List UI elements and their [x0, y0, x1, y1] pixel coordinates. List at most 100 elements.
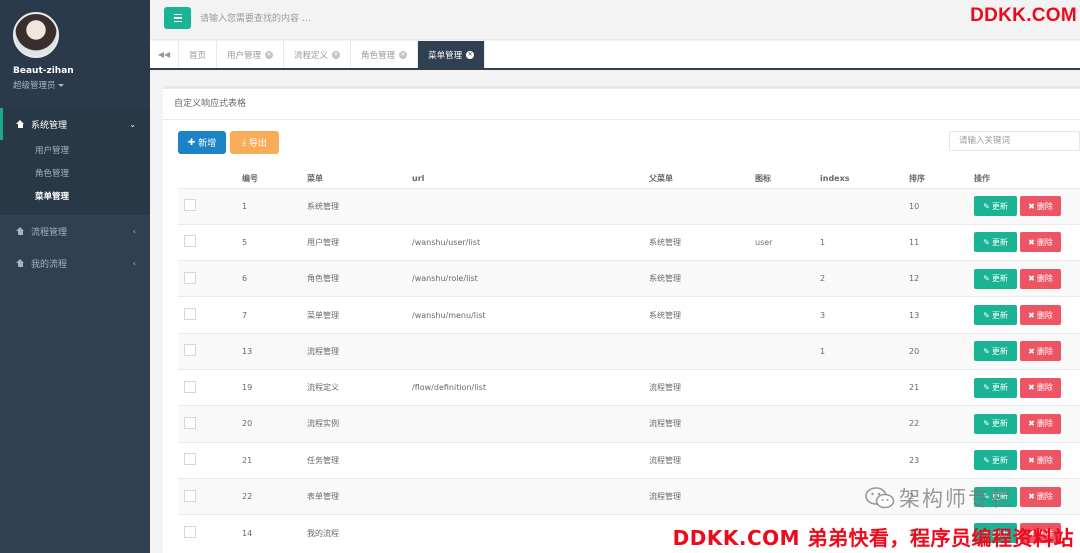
delete-button-label: 删除	[1036, 383, 1053, 393]
cell-sort: 13	[909, 296, 974, 334]
row-checkbox[interactable]	[184, 380, 196, 393]
row-checkbox[interactable]	[184, 526, 196, 539]
sidebar-section-system: 系统管理 ⌄ 用户管理 角色管理 菜单管理	[0, 108, 150, 215]
update-button[interactable]: ✎ 更新	[974, 232, 1017, 253]
cell-id: 14	[242, 514, 307, 551]
chevron-left-icon: ‹	[132, 226, 136, 236]
sidebar-item-menus[interactable]: 菜单管理	[0, 186, 150, 209]
sidebar-item-myflow[interactable]: 我的流程 ‹	[0, 247, 150, 279]
keyword-search-input[interactable]	[949, 131, 1080, 151]
cell-id: 20	[242, 405, 307, 443]
cell-actions: ✎ 更新 ✖ 删除	[974, 296, 1080, 334]
delete-button[interactable]: ✖ 删除	[1020, 413, 1061, 434]
export-button[interactable]: ⤓ 导出	[230, 131, 279, 154]
row-checkbox-cell	[178, 514, 242, 551]
close-icon[interactable]: ✕	[332, 50, 341, 59]
update-button[interactable]: ✎ 更新	[974, 377, 1017, 398]
edit-icon: ✎	[983, 346, 990, 356]
row-checkbox[interactable]	[184, 199, 196, 212]
tab-label: 菜单管理	[428, 50, 463, 61]
sidebar-item-roles[interactable]: 角色管理	[0, 163, 150, 186]
cell-sort: 20	[909, 332, 974, 370]
avatar[interactable]	[13, 12, 59, 58]
delete-button[interactable]: ✖ 删除	[1020, 450, 1061, 471]
row-checkbox-cell	[178, 405, 242, 443]
row-actions: ✎ 更新 ✖ 删除	[974, 196, 1080, 217]
sidebar-item-users[interactable]: 用户管理	[0, 140, 150, 163]
tab-home[interactable]: 首页	[179, 41, 218, 68]
tab-label: 流程定义	[294, 50, 329, 61]
menu-toggle-button[interactable]	[164, 7, 191, 29]
tab-menus[interactable]: 菜单管理 ✕	[418, 41, 486, 68]
cell-id: 5	[242, 223, 307, 261]
row-checkbox-cell	[178, 441, 242, 479]
add-button-label: 新增	[198, 139, 217, 149]
cell-menu: 用户管理	[307, 223, 412, 261]
column-header-checkbox	[178, 169, 242, 188]
cell-menu: 菜单管理	[307, 296, 412, 334]
watermark-wechat: 架构师专栏	[865, 483, 1014, 513]
tab-roles[interactable]: 角色管理 ✕	[351, 41, 419, 68]
times-icon: ✖	[1028, 346, 1035, 356]
row-checkbox[interactable]	[184, 416, 196, 429]
add-button[interactable]: ✚ 新增	[178, 131, 226, 154]
update-button[interactable]: ✎ 更新	[974, 450, 1017, 471]
user-role-dropdown[interactable]: 超级管理员	[13, 79, 150, 91]
sidebar-item-flow[interactable]: 流程管理 ‹	[0, 215, 150, 247]
sidebar-submenu: 用户管理 角色管理 菜单管理	[0, 140, 150, 209]
delete-button[interactable]: ✖ 删除	[1020, 305, 1061, 326]
cell-parent: 系统管理	[649, 296, 755, 334]
sidebar-item-system[interactable]: 系统管理 ⌄	[0, 108, 150, 140]
delete-button[interactable]: ✖ 删除	[1020, 341, 1061, 362]
row-checkbox[interactable]	[184, 453, 196, 466]
cell-parent: 系统管理	[649, 223, 755, 261]
cell-url	[412, 332, 649, 370]
tab-flow-definition[interactable]: 流程定义 ✕	[284, 41, 352, 68]
hamburger-icon	[173, 13, 182, 16]
sidebar-section-label: 我的流程	[31, 259, 68, 270]
update-button[interactable]: ✎ 更新	[974, 268, 1017, 289]
row-actions: ✎ 更新 ✖ 删除	[974, 450, 1080, 471]
cell-icon: user	[755, 223, 820, 261]
tab-users[interactable]: 用户管理 ✕	[217, 41, 285, 68]
row-checkbox[interactable]	[184, 308, 196, 321]
cell-parent: 流程管理	[649, 441, 755, 479]
row-checkbox-cell	[178, 477, 242, 515]
row-checkbox[interactable]	[184, 489, 196, 502]
delete-button[interactable]: ✖ 删除	[1020, 268, 1061, 289]
chevron-down-icon: ⌄	[129, 119, 136, 129]
cell-parent	[649, 187, 755, 225]
row-checkbox[interactable]	[184, 235, 196, 248]
delete-button[interactable]: ✖ 删除	[1020, 377, 1061, 398]
delete-button[interactable]: ✖ 删除	[1020, 232, 1061, 253]
close-icon[interactable]: ✕	[265, 50, 274, 59]
update-button[interactable]: ✎ 更新	[974, 305, 1017, 326]
global-search-input[interactable]	[200, 10, 500, 28]
top-bar	[150, 0, 1080, 40]
tabs-scroll-left-button[interactable]: ◀◀	[150, 41, 179, 68]
cell-indexs: 3	[820, 296, 909, 334]
update-button[interactable]: ✎ 更新	[974, 413, 1017, 434]
row-checkbox[interactable]	[184, 271, 196, 284]
close-icon[interactable]: ✕	[466, 50, 475, 59]
sidebar: Beaut-zihan 超级管理员 系统管理 ⌄ 用户管理 角色管理 菜单管理 …	[0, 0, 150, 553]
update-button-label: 更新	[991, 237, 1008, 247]
watermark-wechat-text: 架构师专栏	[899, 487, 1014, 511]
delete-button[interactable]: ✖ 删除	[1020, 486, 1061, 507]
user-role: 超级管理员	[13, 81, 56, 91]
cell-parent	[649, 332, 755, 370]
cell-url	[412, 405, 649, 443]
cell-sort: 10	[909, 187, 974, 225]
double-chevron-left-icon: ◀◀	[157, 50, 171, 59]
update-button[interactable]: ✎ 更新	[974, 341, 1017, 362]
row-actions: ✎ 更新 ✖ 删除	[974, 268, 1080, 289]
close-icon[interactable]: ✕	[399, 50, 408, 59]
row-checkbox[interactable]	[184, 344, 196, 357]
delete-button[interactable]: ✖ 删除	[1020, 196, 1061, 217]
cell-id: 22	[242, 477, 307, 515]
table-toolbar: ✚ 新增 ⤓ 导出	[163, 120, 1080, 168]
plus-icon: ✚	[187, 137, 199, 148]
update-button[interactable]: ✎ 更新	[974, 196, 1017, 217]
cell-icon	[755, 296, 820, 334]
cell-id: 1	[242, 187, 307, 225]
